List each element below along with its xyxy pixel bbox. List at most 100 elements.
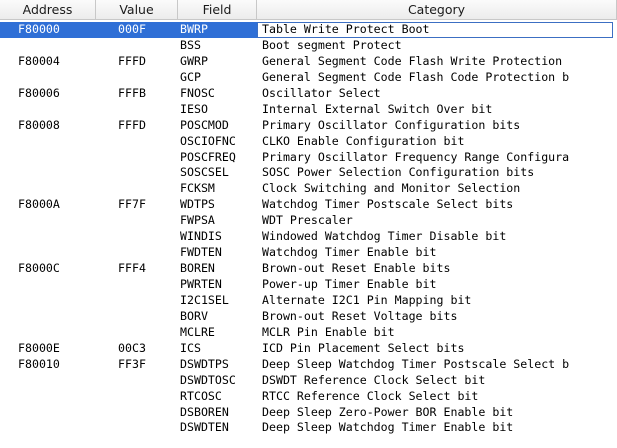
category-cell: Deep Sleep Watchdog Timer Enable bit (262, 420, 514, 435)
table-row[interactable]: I2C1SEL Alternate I2C1 Pin Mapping bit (0, 293, 617, 309)
value-cell: FFFD (118, 53, 146, 68)
column-header-field[interactable]: Field (178, 0, 257, 19)
field-cell: DSWDTOSC (180, 372, 236, 387)
address-cell: F8000A (18, 197, 60, 212)
category-cell: Alternate I2C1 Pin Mapping bit (262, 292, 472, 307)
field-cell: OSCIOFNC (180, 133, 236, 148)
column-header-value[interactable]: Value (96, 0, 178, 19)
field-cell: IESO (180, 101, 208, 116)
table-row[interactable]: BORV Brown-out Reset Voltage bits (0, 309, 617, 325)
table-row[interactable]: F80006 FFFB FNOSC Oscillator Select (0, 86, 617, 102)
category-cell: General Segment Code Flash Write Protect… (262, 53, 563, 68)
table-row[interactable]: OSCIOFNC CLKO Enable Configuration bit (0, 134, 617, 150)
category-cell: Clock Switching and Monitor Selection (262, 181, 521, 196)
field-cell: I2C1SEL (180, 292, 229, 307)
table-row[interactable]: DSBOREN Deep Sleep Zero-Power BOR Enable … (0, 405, 617, 421)
field-cell: WINDIS (180, 229, 222, 244)
table-row[interactable]: F80000 000F BWRP Table Write Protect Boot (0, 22, 617, 38)
field-cell: RTCOSC (180, 388, 222, 403)
category-cell: Table Write Protect Boot (262, 22, 430, 36)
category-cell: Watchdog Timer Postscale Select bits (262, 197, 514, 212)
table-row[interactable]: BSS Boot segment Protect (0, 38, 617, 54)
category-cell: Brown-out Reset Voltage bits (262, 308, 458, 323)
category-cell: DSWDT Reference Clock Select bit (262, 372, 486, 387)
category-cell: ICD Pin Placement Select bits (262, 340, 465, 355)
category-cell: Power-up Timer Enable bit (262, 277, 437, 291)
table-row[interactable]: F80010 FF3F DSWDTPS Deep Sleep Watchdog Tim… (0, 357, 617, 373)
category-cell: General Segment Code Flash Code Protecti… (262, 69, 570, 84)
value-cell: FF7F (118, 197, 146, 212)
category-cell: RTCC Reference Clock Select bit (262, 388, 479, 403)
value-cell: FFF4 (118, 261, 146, 276)
table-row[interactable]: FWDTEN Watchdog Timer Enable bit (0, 245, 617, 261)
field-cell: SOSCSEL (180, 165, 229, 180)
field-cell: BWRP (180, 22, 208, 36)
table-row[interactable]: RTCOSC RTCC Reference Clock Select bit (0, 389, 617, 405)
field-cell: BOREN (180, 261, 215, 276)
value-cell: FFFD (118, 117, 146, 132)
field-cell: WDTPS (180, 197, 215, 212)
category-cell: Watchdog Timer Enable bit (262, 245, 437, 260)
address-cell: F80004 (18, 53, 60, 68)
address-cell: F80008 (18, 117, 60, 132)
table-row[interactable]: F8000A FF7F WDTPS Watchdog Timer Postscale … (0, 197, 617, 213)
address-cell: F80010 (18, 356, 60, 371)
category-cell: Internal External Switch Over bit (262, 101, 493, 116)
field-cell: FWPSA (180, 213, 215, 228)
table-row[interactable]: WINDIS Windowed Watchdog Timer Disable bi… (0, 229, 617, 245)
grid-body: F80000 000F BWRP Table Write Protect Boot BS… (0, 22, 617, 436)
column-header-category[interactable]: Category (257, 0, 617, 19)
field-cell: ICS (180, 340, 201, 355)
category-cell: MCLR Pin Enable bit (262, 324, 395, 339)
category-cell: WDT Prescaler (262, 213, 353, 228)
value-cell: 000F (118, 22, 146, 36)
config-bits-grid: Address Value Field Category F80000 000F B… (0, 0, 617, 448)
category-cell: Deep Sleep Watchdog Timer Postscale Sele… (262, 356, 570, 371)
address-cell: F8000E (18, 340, 60, 355)
table-row[interactable]: PWRTEN Power-up Timer Enable bit (0, 277, 617, 293)
table-row[interactable]: DSWDTEN Deep Sleep Watchdog Timer Enable … (0, 420, 617, 436)
field-cell: BORV (180, 308, 208, 323)
table-row[interactable]: GCP General Segment Code Flash Code Prote… (0, 70, 617, 86)
category-cell: Primary Oscillator Configuration bits (262, 117, 521, 132)
field-cell: BSS (180, 37, 201, 52)
column-header-address[interactable]: Address (0, 0, 96, 19)
table-row[interactable]: F80008 FFFD POSCMOD Primary Oscillator Conf… (0, 118, 617, 134)
field-cell: GCP (180, 69, 201, 84)
table-row[interactable]: F8000C FFF4 BOREN Brown-out Reset Enable bi… (0, 261, 617, 277)
field-cell: PWRTEN (180, 277, 222, 291)
table-row[interactable]: FWPSA WDT Prescaler (0, 213, 617, 229)
field-cell: GWRP (180, 53, 208, 68)
table-row[interactable]: DSWDTOSC DSWDT Reference Clock Select bit (0, 373, 617, 389)
field-cell: DSWDTEN (180, 420, 229, 435)
field-cell: DSBOREN (180, 404, 229, 419)
category-cell: Primary Oscillator Frequency Range Confi… (262, 149, 570, 164)
field-cell: POSCMOD (180, 117, 229, 132)
table-row[interactable]: POSCFREQ Primary Oscillator Frequency Ran… (0, 150, 617, 166)
field-cell: FCKSM (180, 181, 215, 196)
category-cell: Oscillator Select (262, 85, 381, 100)
table-row[interactable]: F8000E 00C3 ICS ICD Pin Placement Select bi… (0, 341, 617, 357)
value-cell: FFFB (118, 85, 146, 100)
value-cell: FF3F (118, 356, 146, 371)
category-cell: Deep Sleep Zero-Power BOR Enable bit (262, 404, 514, 419)
table-row[interactable]: SOSCSEL SOSC Power Selection Configuratio… (0, 165, 617, 181)
address-cell: F80000 (18, 22, 60, 36)
address-cell: F80006 (18, 85, 60, 100)
field-cell: POSCFREQ (180, 149, 236, 164)
table-row[interactable]: F80004 FFFD GWRP General Segment Code Flash… (0, 54, 617, 70)
table-row[interactable]: IESO Internal External Switch Over bit (0, 102, 617, 118)
table-row[interactable]: MCLRE MCLR Pin Enable bit (0, 325, 617, 341)
field-cell: DSWDTPS (180, 356, 229, 371)
field-cell: FNOSC (180, 85, 215, 100)
category-cell: Brown-out Reset Enable bits (262, 261, 451, 276)
address-cell: F8000C (18, 261, 60, 276)
field-cell: FWDTEN (180, 245, 222, 260)
category-cell: SOSC Power Selection Configuration bits (262, 165, 535, 180)
value-cell: 00C3 (118, 340, 146, 355)
field-cell: MCLRE (180, 324, 215, 339)
column-header-row: Address Value Field Category (0, 0, 617, 20)
category-cell: Boot segment Protect (262, 37, 402, 52)
table-row[interactable]: FCKSM Clock Switching and Monitor Selecti… (0, 181, 617, 197)
category-cell: CLKO Enable Configuration bit (262, 133, 465, 148)
